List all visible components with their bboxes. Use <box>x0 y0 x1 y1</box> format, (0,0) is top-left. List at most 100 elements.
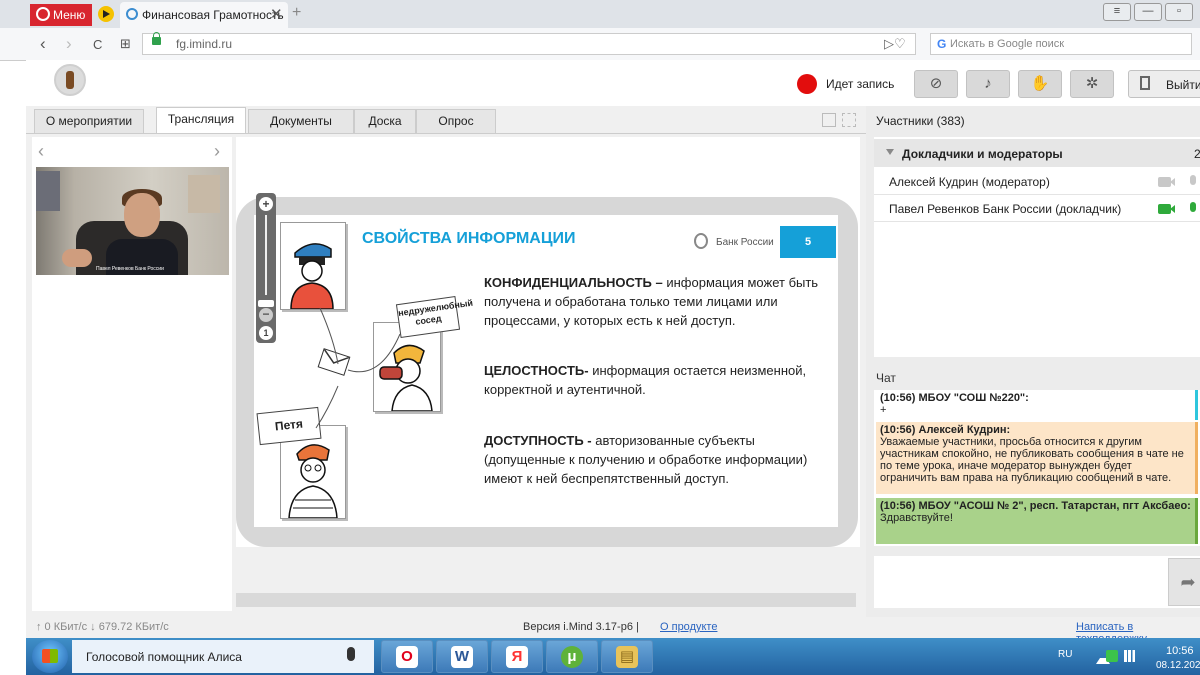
chat-input[interactable] <box>874 556 1200 608</box>
taskbar-app-explorer[interactable]: ▤ <box>601 640 653 673</box>
taskbar-app-yandex[interactable]: Я <box>491 640 543 673</box>
tray-app-icon[interactable] <box>1106 650 1118 662</box>
start-button[interactable] <box>32 640 68 673</box>
speaker-video[interactable] <box>36 167 229 275</box>
record-indicator-icon <box>797 74 817 94</box>
tab-board[interactable]: Доска <box>354 109 416 133</box>
mic-off-icon: ♪ <box>984 75 992 92</box>
back-icon[interactable]: ‹ <box>40 34 46 54</box>
microphone-icon[interactable] <box>347 647 355 661</box>
window-mode-icon[interactable] <box>822 113 836 127</box>
exit-label: Выйти <box>1166 78 1200 92</box>
network-signal-icon[interactable] <box>1124 650 1138 662</box>
bank-name: Банк России <box>716 237 774 248</box>
taskbar-app-utorrent[interactable]: μ <box>546 640 598 673</box>
reload-icon[interactable]: C <box>93 37 102 52</box>
voice-assistant-label: Голосовой помощник Алиса <box>86 650 242 664</box>
utorrent-icon: μ <box>561 646 583 668</box>
tab-broadcast[interactable]: Трансляция <box>156 107 246 133</box>
clock-date[interactable]: 08.12.2020 <box>1156 660 1200 671</box>
slide-term: ЦЕЛОСТНОСТЬ- <box>484 363 589 378</box>
tab-about-event[interactable]: О мероприятии <box>34 109 144 133</box>
slide-item-confidentiality: КОНФИДЕНЦИАЛЬНОСТЬ – информация может бы… <box>484 273 824 330</box>
slide-term: ДОСТУПНОСТЬ - <box>484 433 592 448</box>
tab-divider <box>26 133 866 134</box>
lock-icon <box>152 32 161 45</box>
tab-poll[interactable]: Опрос <box>416 109 496 133</box>
settings-icon: ✲ <box>1085 75 1099 92</box>
participant-name: Павел Ревенков Банк России (докладчик) <box>889 202 1122 216</box>
restore-icon[interactable]: ▫ <box>1165 3 1193 21</box>
horizontal-scrollbar[interactable] <box>236 593 856 607</box>
search-placeholder: Искать в Google поиск <box>950 38 1065 50</box>
browser-menu-button[interactable]: Меню <box>30 4 92 26</box>
version-label: Версия i.Mind 3.17-р6 | <box>523 621 639 633</box>
chat-message-text: + <box>880 404 887 416</box>
folder-icon: ▤ <box>616 646 638 668</box>
collapse-triangle-icon[interactable] <box>886 149 894 155</box>
chat-message-author: (10:56) Алексей Кудрин: <box>880 424 1011 436</box>
opera-icon: O <box>396 646 418 668</box>
participant-name: Алексей Кудрин (модератор) <box>889 175 1050 189</box>
send-button[interactable]: ➦ <box>1168 558 1200 606</box>
browser-settings-icon[interactable]: ≡ <box>1103 3 1131 21</box>
zoom-reset-icon[interactable]: 1 <box>259 326 273 340</box>
window-controls: ≡ — ▫ <box>1100 3 1193 21</box>
connector-lines <box>315 307 401 429</box>
mic-icon <box>1190 175 1196 185</box>
send-icon: ➦ <box>1180 572 1196 592</box>
browser-tab-title: Финансовая Грамотность <box>142 8 284 22</box>
site-favicon-icon <box>126 8 138 20</box>
camera-off-icon: ⊘ <box>929 75 943 92</box>
play-icon[interactable] <box>98 6 114 22</box>
bookmark-heart-icon[interactable]: ▷♡ <box>884 36 906 52</box>
apps-grid-icon[interactable]: ⊞ <box>120 36 131 52</box>
browser-menu-label: Меню <box>53 8 86 22</box>
slide-item-integrity: ЦЕЛОСТНОСТЬ- информация остается неизмен… <box>484 361 824 399</box>
mic-off-button[interactable]: ♪ <box>966 70 1010 98</box>
video-prev-icon[interactable]: ‹ <box>38 141 44 162</box>
bank-emblem-icon <box>694 233 708 249</box>
taskbar-app-word[interactable]: W <box>436 640 488 673</box>
chat-message-text: Здравствуйте! <box>880 512 953 524</box>
slide-number: 5 <box>780 226 836 258</box>
slide-item-availability: ДОСТУПНОСТЬ - авторизованные субъекты (д… <box>484 431 814 488</box>
settings-button[interactable]: ✲ <box>1070 70 1114 98</box>
forward-icon[interactable]: › <box>66 34 72 54</box>
camera-active-icon <box>1158 204 1175 214</box>
mic-active-icon <box>1190 202 1196 212</box>
yandex-icon: Я <box>506 646 528 668</box>
clock-time[interactable]: 10:56 <box>1166 645 1194 657</box>
zoom-out-icon[interactable]: − <box>259 308 273 322</box>
chat-message-text: Уважаемые участники, просьба относится к… <box>880 436 1184 484</box>
tab-documents[interactable]: Документы <box>248 109 354 133</box>
url-input[interactable] <box>142 33 916 55</box>
recording-label: Идет запись <box>826 77 895 91</box>
chat-header: Чат <box>876 371 896 385</box>
fullscreen-icon[interactable] <box>842 113 856 127</box>
tray-icons <box>1096 650 1142 664</box>
camera-icon <box>1158 177 1175 187</box>
taskbar-app-opera[interactable]: O <box>381 640 433 673</box>
raise-hand-button[interactable]: ✋ <box>1018 70 1062 98</box>
illustration-teen-card <box>280 222 346 310</box>
about-link[interactable]: О продукте <box>660 621 717 633</box>
slide-term: КОНФИДЕНЦИАЛЬНОСТЬ – <box>484 275 663 290</box>
chat-message-author: (10:56) МБОУ "АСОШ № 2", респ. Татарстан… <box>880 500 1191 512</box>
layout-controls <box>816 113 856 130</box>
minimize-icon[interactable]: — <box>1134 3 1162 21</box>
chat-message: (10:56) Алексей Кудрин: Уважаемые участни… <box>876 422 1198 494</box>
exit-door-icon <box>1140 76 1150 90</box>
chat-message: (10:56) МБОУ "АСОШ № 2", респ. Татарстан… <box>876 498 1198 544</box>
keyboard-language[interactable]: RU <box>1058 649 1072 660</box>
camera-off-button[interactable]: ⊘ <box>914 70 958 98</box>
new-tab-icon[interactable]: + <box>292 4 301 22</box>
word-icon: W <box>451 646 473 668</box>
chat-message-author: (10:56) МБОУ "СОШ №220": <box>880 392 1029 404</box>
slide-title: СВОЙСТВА ИНФОРМАЦИИ <box>362 230 576 247</box>
zoom-handle[interactable] <box>258 300 274 307</box>
tab-close-icon[interactable]: ✕ <box>270 5 283 23</box>
url-text: fg.imind.ru <box>176 37 233 51</box>
zoom-in-icon[interactable]: + <box>259 197 273 211</box>
video-next-icon[interactable]: › <box>214 141 220 162</box>
